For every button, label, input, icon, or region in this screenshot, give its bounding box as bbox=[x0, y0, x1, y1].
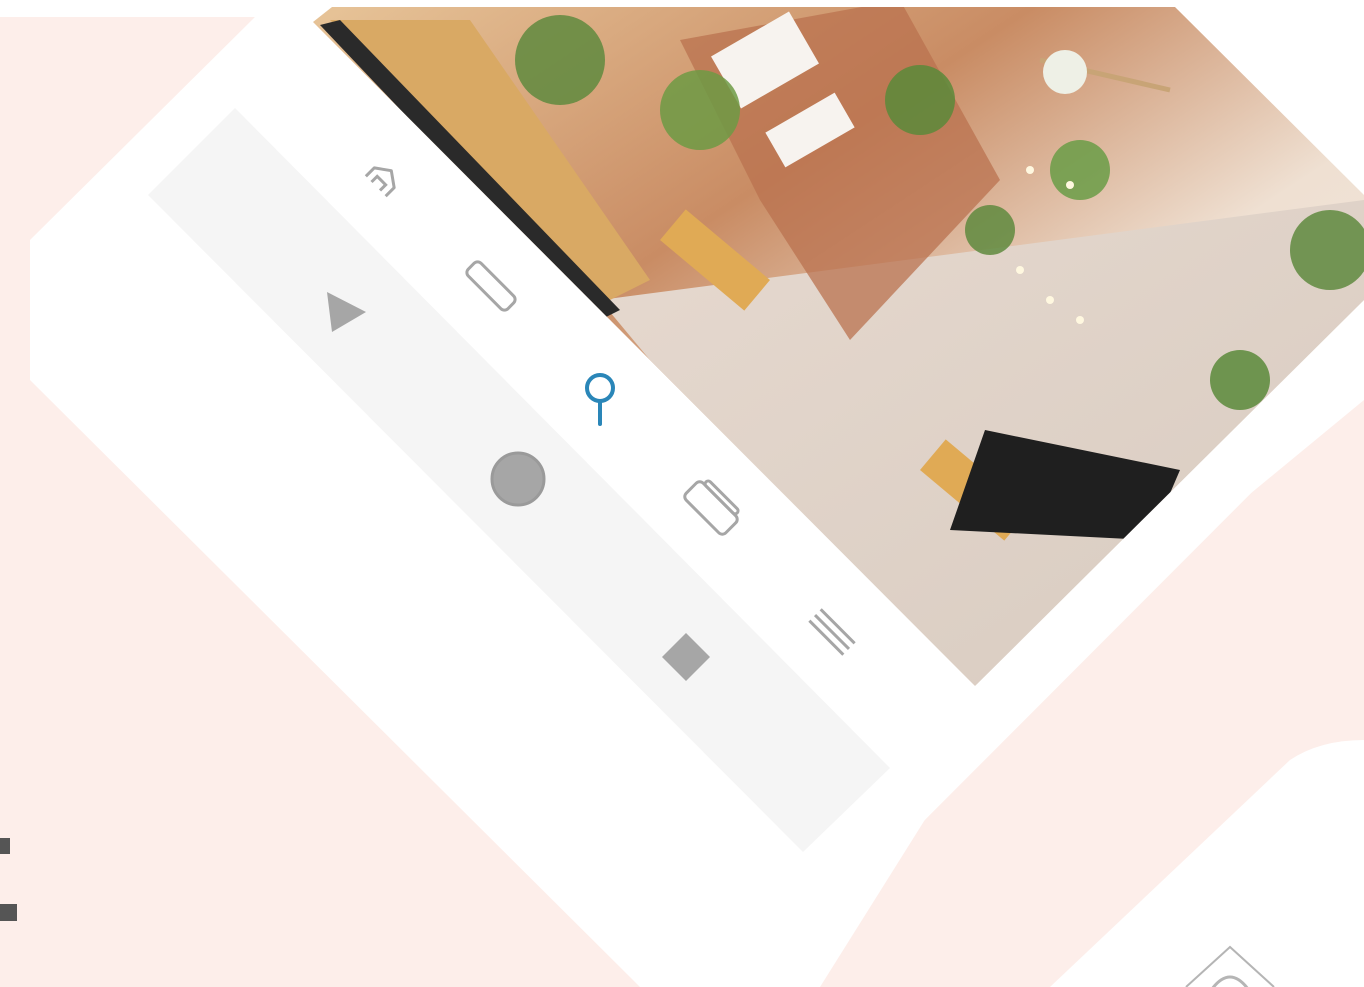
edge-mark-top bbox=[0, 838, 10, 854]
scene bbox=[0, 7, 1364, 987]
home-circle-icon[interactable] bbox=[490, 451, 546, 507]
edge-mark-bottom bbox=[0, 904, 17, 921]
